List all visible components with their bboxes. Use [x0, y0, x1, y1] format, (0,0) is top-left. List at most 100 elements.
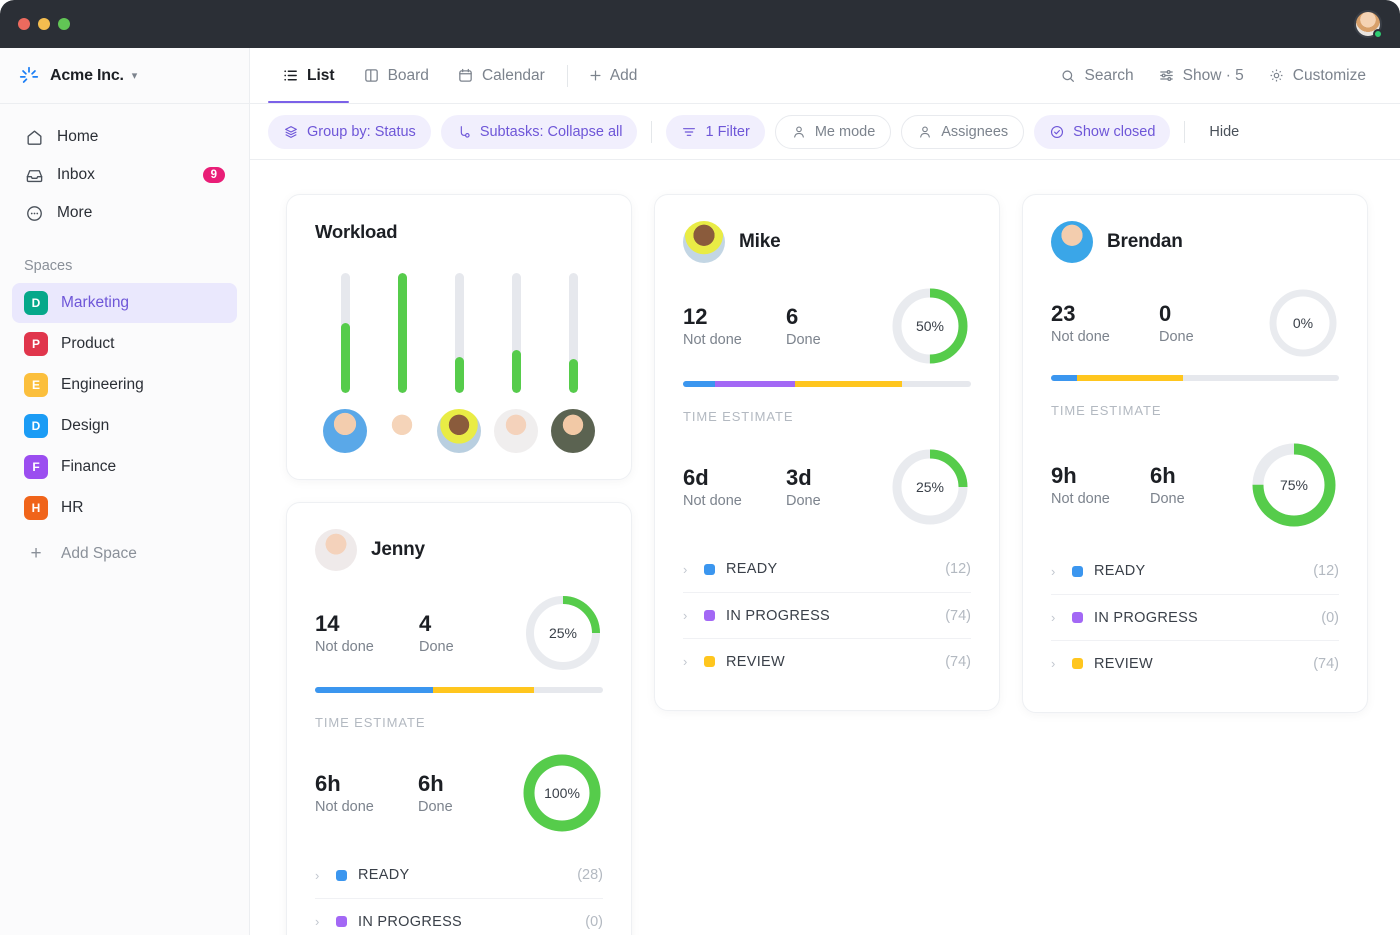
status-row-ready[interactable]: › READY (12) — [683, 546, 971, 592]
status-label: READY — [726, 561, 778, 577]
status-label: IN PROGRESS — [726, 607, 831, 624]
tab-label: Calendar — [481, 66, 545, 84]
workspace-switcher[interactable]: Acme Inc. ▾ — [0, 48, 249, 104]
filter-pill[interactable]: 1 Filter — [666, 114, 765, 149]
assignees-pill[interactable]: Assignees — [901, 114, 1025, 149]
window-traffic-lights — [18, 18, 70, 30]
task-progress-donut: 50% — [889, 285, 971, 367]
person-name: Jenny — [371, 539, 425, 560]
stat-done: 6 Done — [786, 304, 889, 349]
maximize-window-button[interactable] — [58, 18, 70, 30]
status-row-in-progress[interactable]: › IN PROGRESS (0) — [315, 898, 603, 935]
toolbar-divider — [566, 64, 568, 87]
segment-review — [795, 381, 902, 387]
donut-percent: 75% — [1279, 477, 1309, 493]
sidebar-item-more[interactable]: More — [12, 194, 237, 232]
workload-bar-group[interactable] — [551, 273, 595, 453]
status-label: READY — [358, 867, 410, 883]
stat-not-done: 6h Not done — [315, 771, 418, 816]
workload-bar-group[interactable] — [323, 273, 367, 453]
status-progress-bar — [683, 381, 971, 387]
segment-review — [1076, 375, 1184, 381]
add-space-button[interactable]: + Add Space — [12, 534, 237, 574]
plus-icon — [590, 70, 601, 81]
avatar[interactable] — [437, 409, 481, 453]
close-window-button[interactable] — [18, 18, 30, 30]
tab-board[interactable]: Board — [349, 48, 443, 103]
task-progress-donut: 25% — [523, 593, 603, 673]
avatar[interactable] — [551, 409, 595, 453]
show-button[interactable]: Show · 5 — [1146, 67, 1256, 85]
status-count: (28) — [577, 867, 603, 883]
status-color-swatch — [1072, 565, 1083, 577]
person-header: Mike — [683, 221, 971, 263]
customize-button[interactable]: Customize — [1256, 67, 1378, 85]
sidebar-item-label: Inbox — [57, 166, 95, 183]
sidebar-item-finance[interactable]: F Finance — [12, 447, 237, 487]
stat-label: Not done — [1051, 329, 1110, 346]
avatar[interactable] — [1354, 10, 1383, 39]
status-row-review[interactable]: › REVIEW (74) — [1051, 640, 1339, 686]
board-column-3: Brendan 23 Not done 0 Done 0% TIME ESTIM… — [1022, 194, 1368, 935]
status-progress-bar — [1051, 375, 1339, 381]
workload-chart — [315, 273, 603, 453]
sidebar-item-hr[interactable]: H HR — [12, 488, 237, 528]
tab-calendar[interactable]: Calendar — [443, 48, 559, 103]
workload-bar-group[interactable] — [494, 273, 538, 453]
workload-bar-group[interactable] — [437, 273, 481, 453]
sidebar-item-home[interactable]: Home — [12, 118, 237, 156]
donut-slot: 50% — [889, 285, 971, 367]
stat-value: 14 — [315, 610, 340, 636]
sidebar-item-label: HR — [61, 499, 84, 516]
show-closed-pill[interactable]: Show closed — [1034, 114, 1171, 149]
sidebar-item-engineering[interactable]: E Engineering — [12, 365, 237, 405]
task-stats: 14 Not done 4 Done 25% — [315, 593, 603, 673]
stat-label: Done — [1150, 491, 1185, 508]
stat-value: 23 — [1051, 300, 1076, 326]
time-estimate-stats: 9h Not done 6h Done 75% — [1051, 440, 1339, 530]
hide-button[interactable]: Hide — [1199, 115, 1249, 149]
me-mode-pill[interactable]: Me mode — [774, 114, 892, 149]
search-button[interactable]: Search — [1048, 67, 1145, 85]
minimize-window-button[interactable] — [38, 18, 50, 30]
group-by-pill[interactable]: Group by: Status — [268, 114, 431, 149]
stat-done: 6h Done — [1150, 463, 1249, 508]
avatar[interactable] — [683, 221, 725, 263]
avatar[interactable] — [1051, 221, 1093, 263]
sidebar-item-label: Marketing — [61, 294, 130, 311]
add-view-button[interactable]: Add — [576, 67, 650, 85]
status-row-in-progress[interactable]: › IN PROGRESS (74) — [683, 592, 971, 638]
workload-bar-fill — [454, 357, 464, 393]
workload-bar-track — [340, 273, 350, 393]
person-card-mike: Mike 12 Not done 6 Done 50% TIME ESTIMAT… — [654, 194, 1000, 711]
status-row-in-progress[interactable]: › IN PROGRESS (0) — [1051, 594, 1339, 640]
sidebar-item-design[interactable]: D Design — [12, 406, 237, 446]
avatar[interactable] — [315, 529, 357, 571]
sidebar-item-label: More — [57, 204, 93, 221]
sidebar-item-product[interactable]: P Product — [12, 324, 237, 364]
status-row-ready[interactable]: › READY (28) — [315, 852, 603, 898]
tab-list[interactable]: List — [268, 48, 349, 103]
status-color-swatch — [704, 656, 715, 667]
person-name: Brendan — [1107, 231, 1183, 252]
donut-percent: 50% — [915, 318, 945, 334]
avatar[interactable] — [323, 409, 367, 453]
list-icon — [284, 70, 297, 81]
status-progress-bar — [315, 687, 603, 693]
stat-value: 9h — [1051, 462, 1077, 488]
chevron-right-icon: › — [1051, 610, 1056, 625]
status-row-review[interactable]: › REVIEW (74) — [683, 638, 971, 684]
workload-bar-group[interactable] — [380, 273, 424, 453]
stat-not-done: 14 Not done — [315, 611, 419, 656]
stat-value: 0 — [1159, 300, 1172, 326]
avatar[interactable] — [380, 409, 424, 453]
subtasks-pill[interactable]: Subtasks: Collapse all — [440, 114, 638, 149]
sidebar-item-marketing[interactable]: D Marketing — [12, 283, 237, 323]
sidebar-item-label: Finance — [61, 458, 117, 475]
sidebar-item-inbox[interactable]: Inbox 9 — [12, 156, 237, 194]
chevron-right-icon: › — [315, 914, 320, 929]
view-toolbar: List Board Calendar Add Search Show · 5 … — [250, 48, 1400, 104]
status-row-ready[interactable]: › READY (12) — [1051, 548, 1339, 594]
avatar[interactable] — [494, 409, 538, 453]
donut-percent: 100% — [544, 785, 580, 801]
